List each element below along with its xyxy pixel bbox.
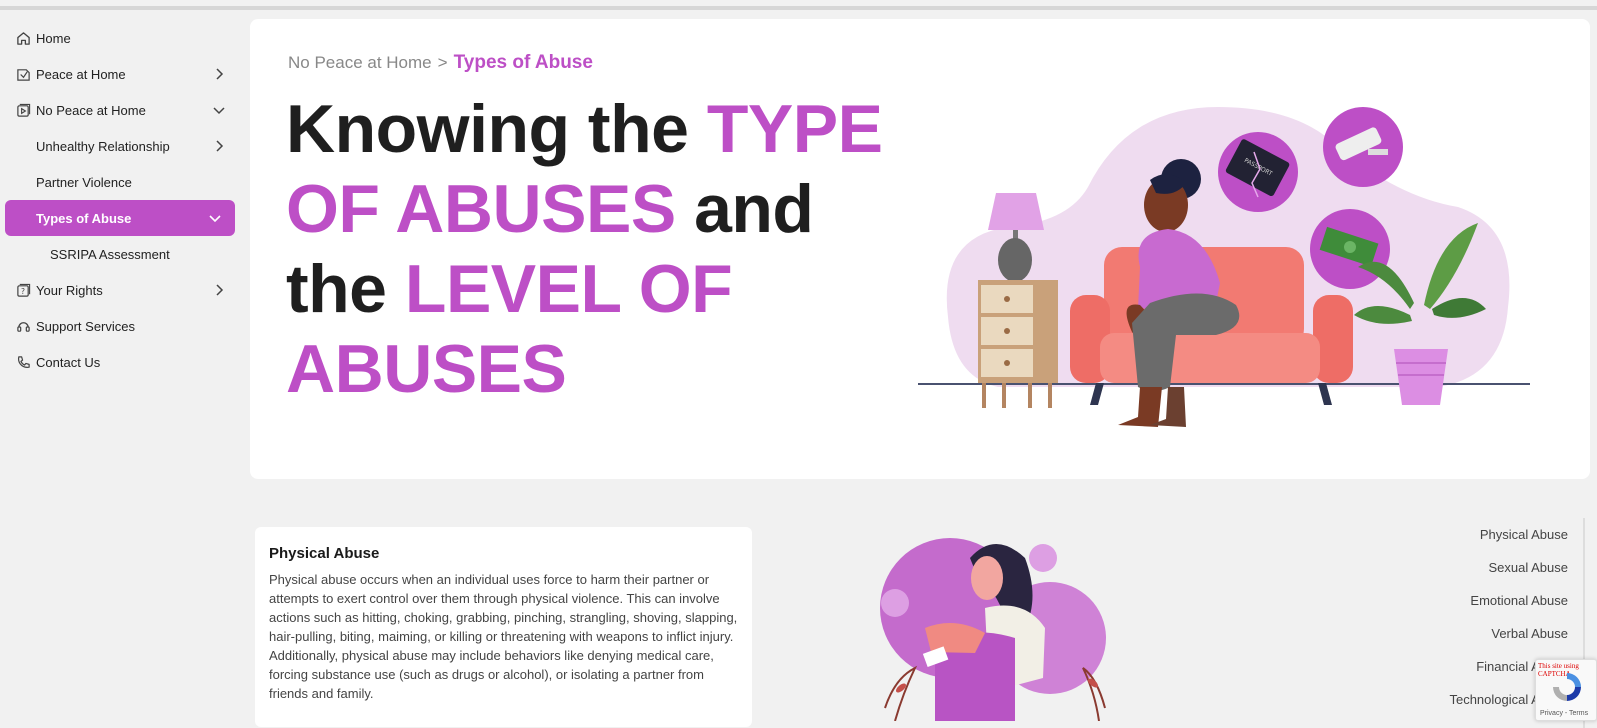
breadcrumb-separator: > bbox=[437, 53, 448, 72]
sidebar-item-label: Peace at Home bbox=[36, 66, 126, 82]
breadcrumb: No Peace at Home > Types of Abuse bbox=[288, 52, 593, 74]
sidebar-item-contact-us[interactable]: Contact Us bbox=[0, 344, 240, 380]
title-part: Knowing the bbox=[286, 91, 707, 167]
rights-icon: ? bbox=[15, 282, 31, 298]
chevron-right-icon bbox=[216, 68, 224, 80]
home-icon bbox=[15, 30, 31, 46]
sidebar-item-label: Home bbox=[36, 30, 71, 46]
sidebar-item-label: Contact Us bbox=[36, 354, 101, 370]
sidebar-nav: Home Peace at Home No Peace at Home Unhe… bbox=[0, 20, 240, 380]
recaptcha-terms-link[interactable]: Privacy - Terms bbox=[1540, 710, 1588, 717]
sidebar-item-no-peace-at-home[interactable]: No Peace at Home bbox=[0, 92, 240, 128]
toc-item-verbal[interactable]: Verbal Abuse bbox=[1395, 617, 1583, 650]
sidebar-item-label: Unhealthy Relationship bbox=[36, 138, 170, 154]
sidebar-item-label: SSRIPA Assessment bbox=[50, 246, 170, 262]
top-border bbox=[0, 6, 1597, 10]
support-icon bbox=[15, 318, 31, 334]
chevron-down-icon bbox=[213, 107, 225, 115]
physical-abuse-illustration bbox=[880, 538, 1106, 721]
sidebar-item-partner-violence[interactable]: Partner Violence bbox=[0, 164, 240, 200]
peace-icon bbox=[15, 66, 31, 82]
phone-icon bbox=[15, 354, 31, 370]
hero-illustration: PASSPORT bbox=[918, 107, 1530, 427]
abuse-info-card: Physical Abuse Physical abuse occurs whe… bbox=[255, 527, 752, 727]
sidebar-item-peace-at-home[interactable]: Peace at Home bbox=[0, 56, 240, 92]
sidebar-item-unhealthy-relationship[interactable]: Unhealthy Relationship bbox=[0, 128, 240, 164]
sidebar-item-ssripa-assessment[interactable]: SSRIPA Assessment bbox=[0, 236, 240, 272]
sidebar-item-home[interactable]: Home bbox=[0, 20, 240, 56]
sidebar-item-label: Types of Abuse bbox=[36, 210, 132, 226]
sidebar-item-label: No Peace at Home bbox=[36, 102, 146, 118]
recaptcha-icon bbox=[1553, 673, 1581, 701]
page-title: Knowing the TYPE OF ABUSES and the LEVEL… bbox=[286, 89, 926, 409]
sidebar-item-types-of-abuse[interactable]: Types of Abuse bbox=[5, 200, 235, 236]
breadcrumb-current: Types of Abuse bbox=[453, 52, 593, 73]
recaptcha-badge[interactable]: This site using CAPTCHA Privacy - Terms bbox=[1535, 659, 1597, 721]
svg-text:?: ? bbox=[20, 286, 24, 295]
sidebar-item-your-rights[interactable]: ? Your Rights bbox=[0, 272, 240, 308]
sidebar-item-label: Your Rights bbox=[36, 282, 103, 298]
sidebar-item-label: Partner Violence bbox=[36, 174, 132, 190]
breadcrumb-parent-link[interactable]: No Peace at Home bbox=[288, 53, 432, 72]
no-peace-icon bbox=[15, 102, 31, 118]
chevron-right-icon bbox=[216, 140, 224, 152]
section-title: Physical Abuse bbox=[269, 545, 380, 562]
sidebar-item-support-services[interactable]: Support Services bbox=[0, 308, 240, 344]
section-body: Physical abuse occurs when an individual… bbox=[269, 572, 738, 701]
chevron-right-icon bbox=[216, 284, 224, 296]
toc-item-sexual[interactable]: Sexual Abuse bbox=[1395, 551, 1583, 584]
toc-item-physical[interactable]: Physical Abuse bbox=[1395, 518, 1583, 551]
toc-item-emotional[interactable]: Emotional Abuse bbox=[1395, 584, 1583, 617]
chevron-down-icon bbox=[209, 215, 221, 223]
hero-card: No Peace at Home > Types of Abuse Knowing … bbox=[250, 19, 1590, 479]
sidebar-item-label: Support Services bbox=[36, 318, 135, 334]
